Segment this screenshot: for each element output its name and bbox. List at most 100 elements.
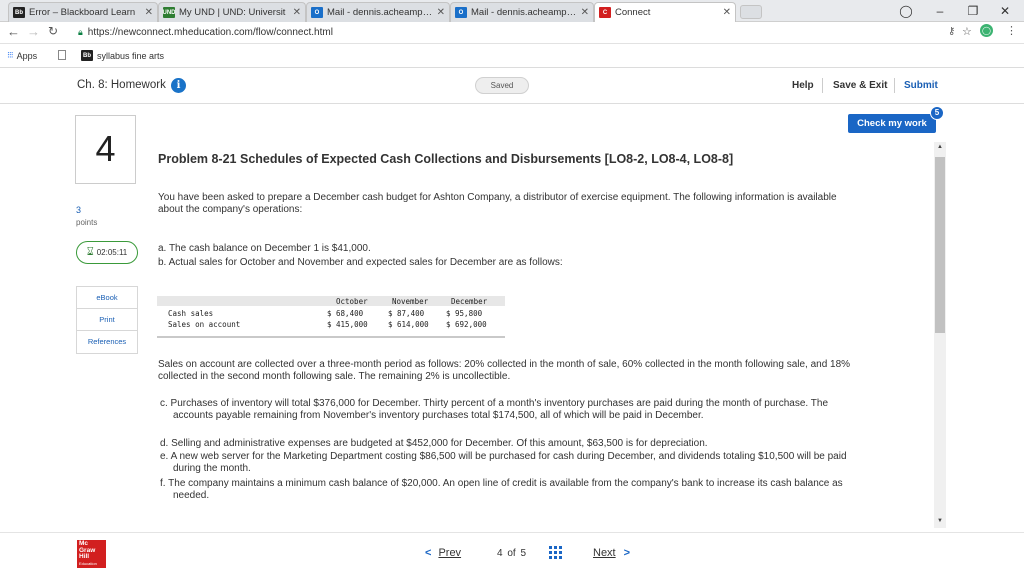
table-cell: $ 614,000 [388,320,429,329]
back-arrow-icon[interactable]: ← [7,24,20,39]
mcgraw-hill-icon: C [599,7,611,18]
profile-icon[interactable]: ◯ [896,3,916,19]
help-link[interactable]: Help [792,80,814,91]
submit-link[interactable]: Submit [904,80,938,91]
sales-table: October November December Cash sales $ 6… [157,296,505,338]
timer-text: 02:05:11 [96,248,128,257]
mcgraw-hill-logo: Mc Graw Hill Education [77,540,106,568]
check-work-count-badge: 5 [930,106,944,120]
chevron-right-icon: > [623,547,631,559]
page-icon [58,50,66,60]
menu-dots-icon[interactable]: ⋮ [1006,24,1017,37]
new-tab-button[interactable] [740,5,762,19]
problem-intro: You have been asked to prepare a Decembe… [158,192,837,215]
column-header: November [392,297,429,306]
ebook-button[interactable]: eBook [77,287,137,309]
tab-title: Connect [615,7,651,18]
bookmarks-bar: ⁝⁝⁝ Apps Bb syllabus fine arts [0,44,1024,68]
page-total: 5 [520,548,527,559]
blackboard-icon: Bb [81,50,93,61]
forward-arrow-icon[interactable]: → [27,24,40,39]
points-value: 3 [76,205,82,215]
address-bar: ← → ↻ 🔒︎ https://newconnect.mheducation.… [0,22,1024,44]
hourglass-icon: ⌛︎ [86,246,94,258]
references-button[interactable]: References [77,331,137,353]
table-cell: $ 415,000 [327,320,368,329]
item-f: f. The company maintains a minimum cash … [160,478,843,501]
item-c: c. Purchases of inventory will total $37… [160,398,829,421]
chapter-title: Ch. 8: Homework [77,79,166,91]
row-label: Sales on account [168,320,241,329]
star-icon[interactable]: ☆ [962,25,972,38]
question-grid-icon[interactable] [549,546,562,559]
print-button[interactable]: Print [77,309,137,331]
bookmark-label: syllabus fine arts [97,50,165,61]
tab-title: Error – Blackboard Learn [29,7,136,18]
tab-title: My UND | UND: Universit [179,7,286,18]
tab-mail-2[interactable]: O Mail - dennis.acheampon ✕ [450,2,594,22]
tab-title: Mail - dennis.acheampon [471,7,577,18]
close-icon[interactable]: ✕ [145,7,153,18]
close-icon[interactable]: ✕ [293,7,301,18]
scroll-up-icon[interactable]: ▲ [934,142,946,152]
next-button[interactable]: Next > [593,547,630,559]
info-icon[interactable]: i [171,78,186,93]
tab-my-und[interactable]: UND My UND | UND: Universit ✕ [158,2,306,22]
restore-icon[interactable]: ❐ [963,3,983,19]
apps-grid-icon: ⁝⁝⁝ [7,50,14,60]
url-text: https://newconnect.mheducation.com/flow/… [87,27,333,38]
question-number: 4 [75,115,136,184]
timer-badge: ⌛︎ 02:05:11 [76,241,138,264]
tab-mail-1[interactable]: O Mail - dennis.acheampon ✕ [306,2,450,22]
close-window-icon[interactable]: ✕ [995,3,1015,19]
prev-label: Prev [438,547,462,559]
chevron-left-icon: < [425,547,432,559]
bookmark-label: Apps [16,50,38,61]
key-icon[interactable]: ⚷ [948,26,955,37]
page-of: of [507,548,516,559]
tab-title: Mail - dennis.acheampon [327,7,433,18]
extension-icon[interactable]: ◯ [980,24,993,37]
row-label: Cash sales [168,309,214,318]
reload-icon[interactable]: ↻ [48,24,58,38]
bookmark-blank-page[interactable] [58,50,66,60]
bookmark-syllabus[interactable]: Bb syllabus fine arts [81,50,164,61]
tab-blackboard[interactable]: Bb Error – Blackboard Learn ✕ [8,2,158,22]
table-cell: $ 692,000 [446,320,487,329]
resource-tools: eBook Print References [76,286,138,354]
page-current: 4 [497,548,503,559]
table-cell: $ 68,400 [327,309,364,318]
minimize-icon[interactable]: – [930,3,950,19]
scrollbar-thumb[interactable] [935,157,945,333]
outlook-icon: O [455,7,467,18]
scroll-down-icon[interactable]: ▼ [934,516,946,526]
item-a: a. The cash balance on December 1 is $41… [158,243,371,254]
lock-icon: 🔒︎ [78,27,83,37]
item-d: d. Selling and administrative expenses a… [160,438,708,449]
assignment-header: Ch. 8: Homework i Saved Help Save & Exit… [0,68,1024,104]
page-indicator: 4 of 5 [497,548,526,559]
collections-paragraph: Sales on account are collected over a th… [158,359,851,382]
outlook-icon: O [311,7,323,18]
item-b: b. Actual sales for October and November… [158,257,563,268]
blackboard-icon: Bb [13,7,25,18]
close-icon[interactable]: ✕ [723,7,731,18]
tab-connect[interactable]: C Connect ✕ [594,2,736,22]
check-my-work-button[interactable]: Check my work [848,114,936,133]
close-icon[interactable]: ✕ [581,7,589,18]
points-label: points [76,218,98,227]
close-icon[interactable]: ✕ [437,7,445,18]
saved-status-badge: Saved [475,77,529,94]
problem-title: Problem 8-21 Schedules of Expected Cash … [158,152,734,166]
und-icon: UND [163,7,176,18]
bookmark-apps[interactable]: ⁝⁝⁝ Apps [7,50,37,61]
browser-tab-bar: Bb Error – Blackboard Learn ✕ UND My UND… [0,0,1024,22]
divider [822,78,823,93]
column-header: October [336,297,368,306]
item-e: e. A new web server for the Marketing De… [160,451,847,474]
url-input[interactable]: 🔒︎ https://newconnect.mheducation.com/fl… [78,24,968,41]
prev-button[interactable]: < Prev [425,547,461,559]
next-label: Next [593,547,616,559]
save-exit-link[interactable]: Save & Exit [833,80,887,91]
logo-subtitle: Education [79,560,97,566]
